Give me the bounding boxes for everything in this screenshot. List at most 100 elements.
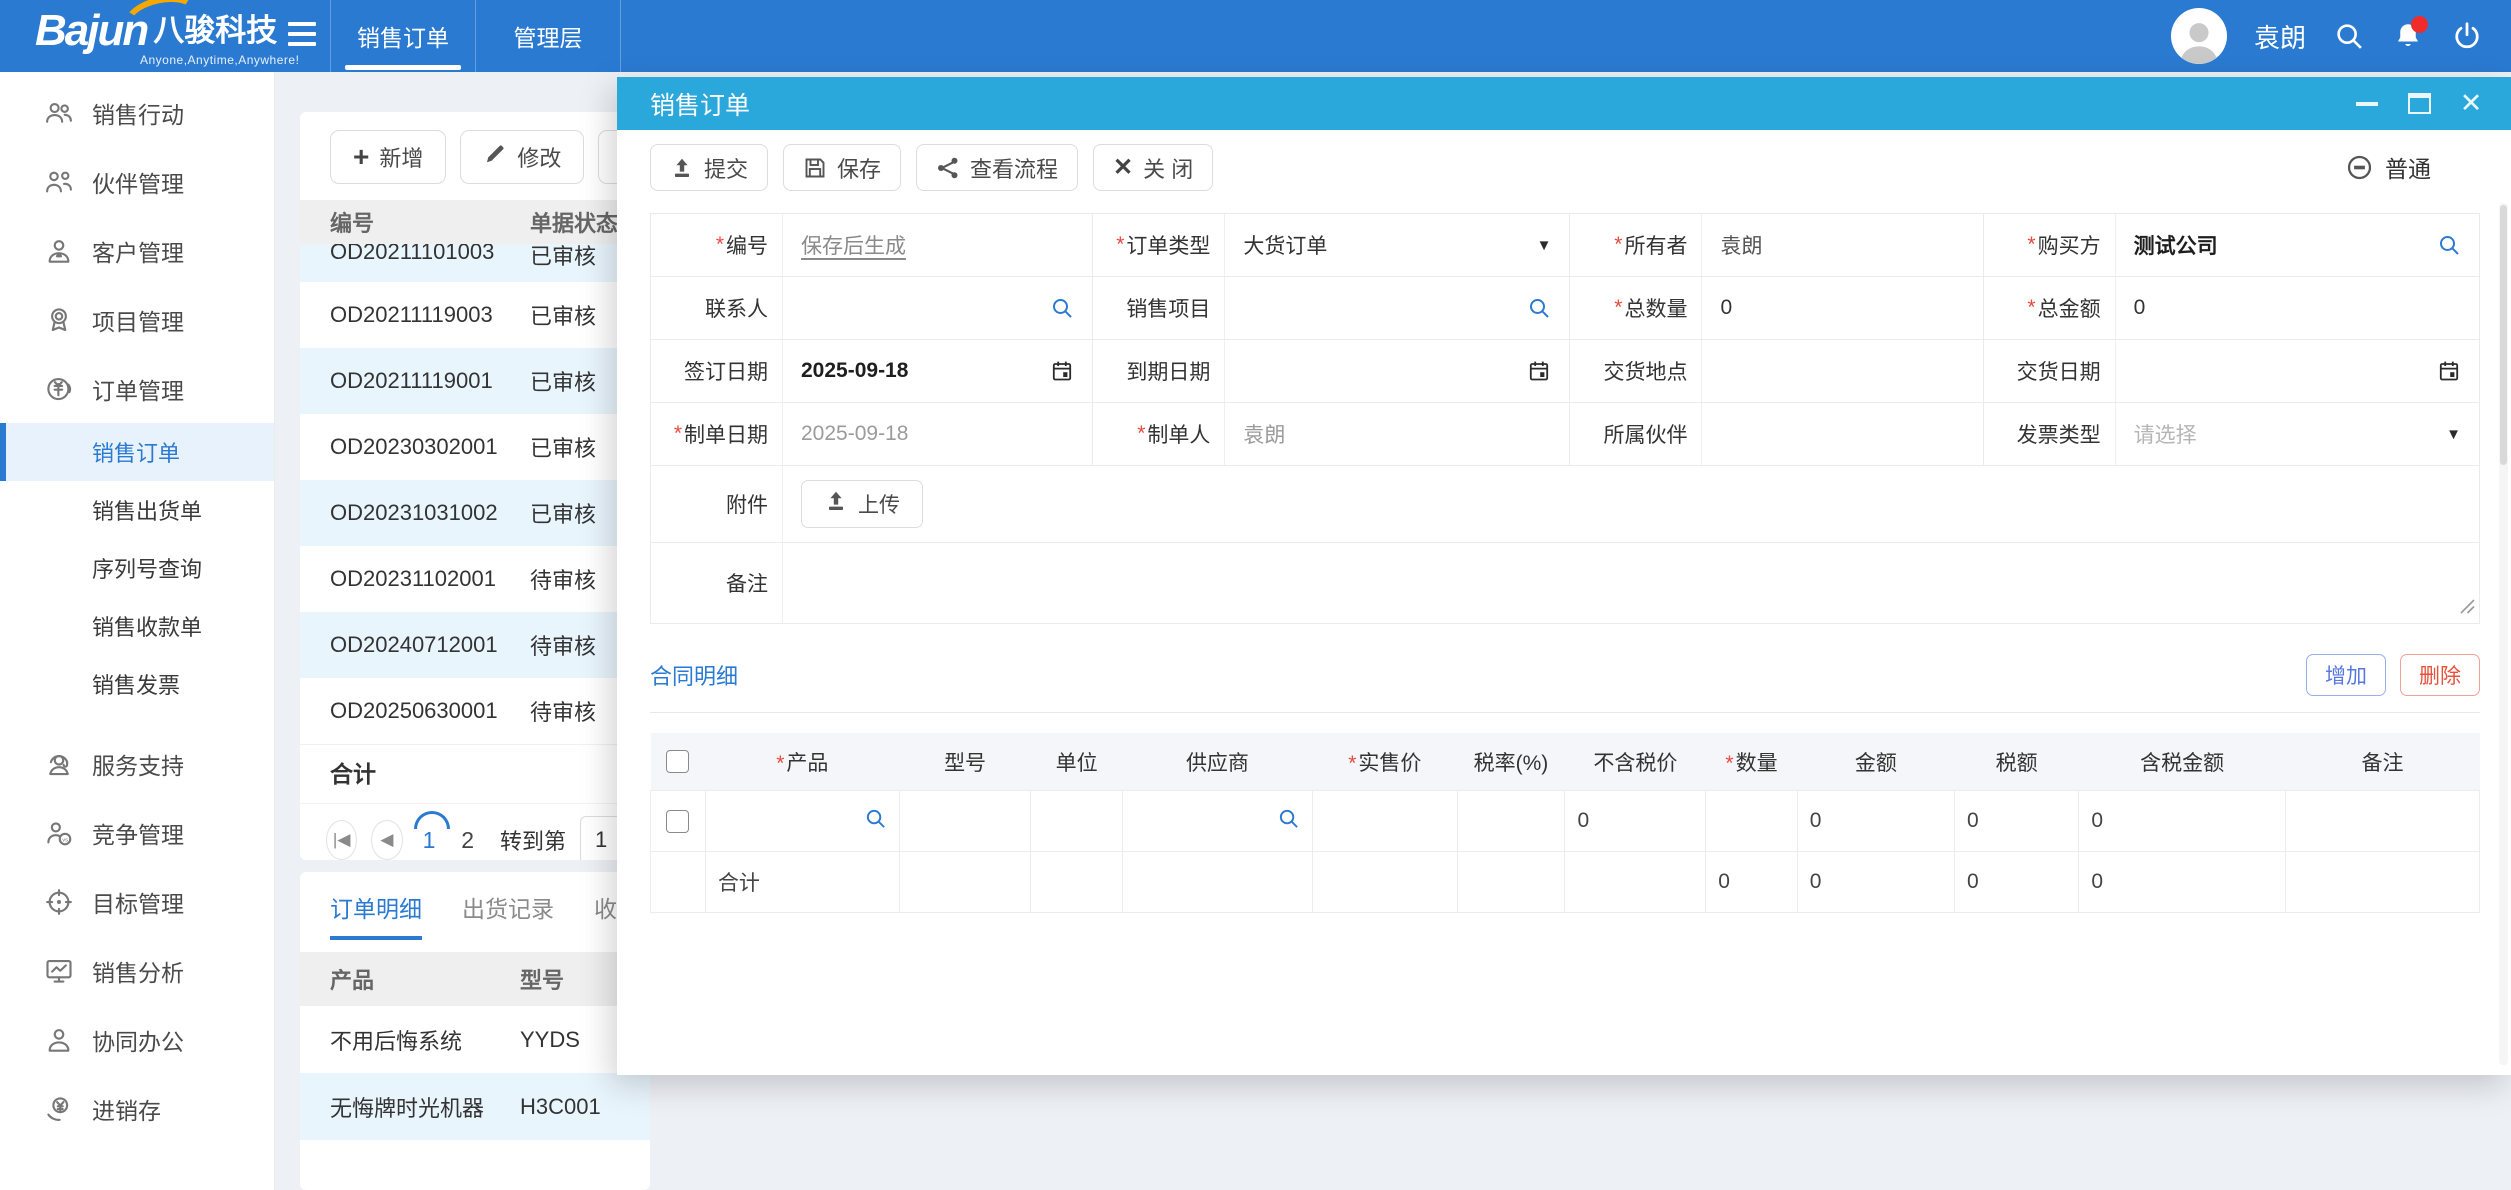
sidebar-item-inventory[interactable]: 进销存 (0, 1074, 274, 1143)
tab-order-detail[interactable]: 订单明细 (330, 890, 422, 940)
contract-cell[interactable] (899, 791, 1031, 852)
top-tabs: 销售订单 管理层 (330, 0, 621, 72)
hamburger-menu-icon[interactable] (288, 22, 318, 46)
contract-data-row[interactable]: 0000 (651, 791, 2480, 852)
form-value-cell[interactable]: 袁朗 (1225, 403, 1569, 465)
save-button[interactable]: 保存 (783, 144, 901, 191)
sidebar-item-competition-mgmt[interactable]: vs竞争管理 (0, 798, 274, 867)
sidebar-subitem-sales-receipt[interactable]: 销售收款单 (0, 597, 274, 655)
contract-cell[interactable]: 0 (1797, 791, 1954, 852)
record-row[interactable]: 不用后悔系统YYDS (300, 1006, 650, 1073)
scrollbar-thumb[interactable] (2500, 205, 2507, 465)
contract-cell[interactable] (1706, 791, 1797, 852)
order-list-row[interactable]: OD20211119001已审核 (300, 348, 650, 414)
page-number-1[interactable]: 1 (417, 827, 442, 854)
add-button[interactable]: +新增 (330, 130, 446, 184)
contract-cell[interactable] (705, 791, 899, 852)
username[interactable]: 袁朗 (2254, 18, 2306, 55)
order-list-row[interactable]: OD20230302001已审核 (300, 414, 650, 480)
contract-cell[interactable] (1031, 791, 1122, 852)
form-value-cell[interactable]: 大货订单▼ (1225, 214, 1569, 276)
form-value-cell[interactable]: 保存后生成 (783, 214, 1092, 276)
sidebar-item-project-mgmt[interactable]: 项目管理 (0, 285, 274, 354)
sidebar-subitem-sales-invoice[interactable]: 销售发票 (0, 655, 274, 713)
sidebar-item-partner-mgmt[interactable]: 伙伴管理 (0, 147, 274, 216)
form-value-cell[interactable] (783, 277, 1092, 339)
contract-cell[interactable]: 0 (1954, 791, 2078, 852)
notification-badge (2411, 16, 2428, 33)
form-value-cell[interactable] (1702, 403, 1982, 465)
chevron-down-icon[interactable]: ▼ (1537, 237, 1552, 254)
form-value-cell[interactable] (1225, 340, 1569, 402)
first-page-button[interactable]: |◀ (326, 820, 357, 860)
form-value-cell[interactable] (2116, 340, 2479, 402)
prev-page-button[interactable]: ◀ (371, 820, 402, 860)
remark-input[interactable] (783, 543, 2479, 623)
sidebar-item-sales-analysis[interactable]: 销售分析 (0, 936, 274, 1005)
top-tab-management[interactable]: 管理层 (475, 0, 621, 72)
required-asterisk: * (1116, 233, 1124, 257)
select-all-checkbox[interactable] (666, 750, 689, 773)
submit-button[interactable]: 提交 (650, 144, 768, 191)
edit-button[interactable]: 修改 (460, 130, 584, 184)
sidebar-item-sales-activity[interactable]: 销售行动 (0, 78, 274, 147)
contract-cell[interactable] (1313, 791, 1457, 852)
form-value-cell[interactable]: 2025-09-18 (783, 340, 1092, 402)
order-list-row[interactable]: OD20231031002已审核 (300, 480, 650, 546)
sidebar-item-target-mgmt[interactable]: 目标管理 (0, 867, 274, 936)
form-label: 发票类型 (1984, 403, 2116, 465)
page-number-2[interactable]: 2 (455, 827, 480, 854)
sidebar-item-customer-mgmt[interactable]: 客户管理 (0, 216, 274, 285)
minimize-icon[interactable] (2355, 92, 2379, 116)
power-icon[interactable] (2451, 20, 2483, 52)
close-icon[interactable]: ✕ (2459, 92, 2483, 116)
search-icon[interactable] (1277, 812, 1300, 835)
priority-selector[interactable]: 普通 (2346, 150, 2431, 184)
contract-cell[interactable] (1457, 791, 1565, 852)
order-list-row[interactable]: OD20240712001待审核 (300, 612, 650, 678)
search-icon[interactable] (2333, 20, 2365, 52)
order-status: 待审核 (530, 629, 596, 661)
modal-scrollbar[interactable] (2499, 203, 2508, 1065)
contract-total-value: 0 (1718, 870, 1730, 893)
order-list-row[interactable]: OD20250630001待审核 (300, 678, 650, 744)
order-list-row[interactable]: OD20231102001待审核 (300, 546, 650, 612)
row-checkbox[interactable] (666, 810, 689, 833)
view-flow-button[interactable]: 查看流程 (916, 144, 1078, 191)
sidebar-subitem-sales-order[interactable]: 销售订单 (0, 423, 274, 481)
resize-handle-icon[interactable] (2457, 596, 2475, 619)
chevron-down-icon[interactable]: ▼ (2446, 426, 2461, 443)
sidebar-item-service-support[interactable]: 服务支持 (0, 729, 274, 798)
sidebar-subitem-sales-shipment[interactable]: 销售出货单 (0, 481, 274, 539)
record-row[interactable]: 无悔牌时光机器H3C001 (300, 1073, 650, 1140)
maximize-icon[interactable] (2407, 92, 2431, 116)
search-icon[interactable] (864, 812, 887, 835)
sidebar-item-order-mgmt[interactable]: 订单管理 (0, 354, 274, 423)
contract-cell[interactable]: 0 (1565, 791, 1706, 852)
form-value-cell[interactable]: 0 (2116, 277, 2479, 339)
form-value-cell[interactable]: 测试公司 (2116, 214, 2479, 276)
contract-cell[interactable] (651, 791, 706, 852)
contract-cell[interactable] (1122, 791, 1312, 852)
order-list-row[interactable]: OD20211101003已审核 (300, 244, 650, 282)
upload-button[interactable]: 上传 (801, 480, 923, 528)
form-value-cell[interactable]: 2025-09-18 (783, 403, 1092, 465)
sidebar-item-collaboration[interactable]: 协同办公 (0, 1005, 274, 1074)
form-value-cell[interactable]: 请选择▼ (2116, 403, 2479, 465)
form-value-cell[interactable]: 袁朗 (1702, 214, 1982, 276)
tab-shipment-records[interactable]: 出货记录 (462, 890, 554, 940)
contract-cell[interactable]: 0 (2079, 791, 2286, 852)
form-value-cell[interactable] (1702, 340, 1982, 402)
bell-icon[interactable] (2392, 20, 2424, 52)
avatar[interactable] (2171, 8, 2227, 64)
form-value-cell[interactable]: 0 (1702, 277, 1982, 339)
contract-cell[interactable] (2286, 791, 2480, 852)
close-button[interactable]: ✕ 关 闭 (1093, 144, 1213, 191)
order-list-row[interactable]: OD20211119003已审核 (300, 282, 650, 348)
add-row-button[interactable]: 增加 (2306, 654, 2386, 696)
delete-row-button[interactable]: 删除 (2400, 654, 2480, 696)
top-tab-sales-order[interactable]: 销售订单 (330, 0, 475, 72)
sidebar-subitem-serial-query[interactable]: 序列号查询 (0, 539, 274, 597)
modal-toolbar: 提交 保存 查看流程 ✕ 关 闭 普通 (617, 130, 2511, 203)
form-value-cell[interactable] (1225, 277, 1569, 339)
